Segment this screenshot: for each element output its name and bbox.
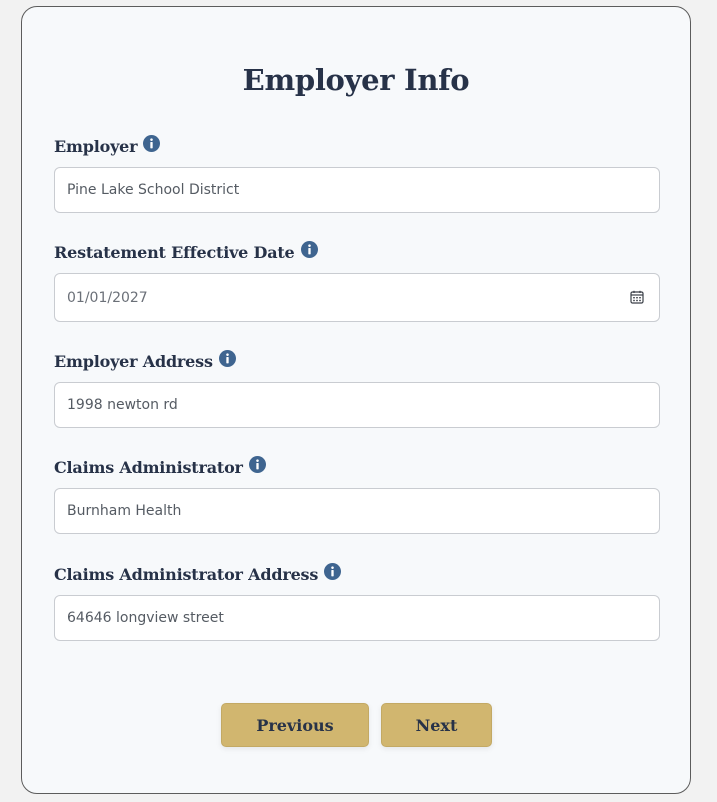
info-icon[interactable] [248,455,266,473]
employer-info-card: Employer Info Employer Pine Lake School … [21,6,691,794]
claims-administrator-label: Claims Administrator [54,457,243,477]
info-icon[interactable] [143,134,161,152]
claims-administrator-address-label-row: Claims Administrator Address [54,562,660,585]
claims-administrator-input-value: Burnham Health [67,503,182,519]
restatement-date-input[interactable]: 01/01/2027 [54,273,660,322]
claims-administrator-address-label: Claims Administrator Address [54,564,319,584]
claims-administrator-label-row: Claims Administrator [54,455,660,478]
employer-address-input-value: 1998 newton rd [67,397,178,413]
claims-administrator-address-input[interactable]: 64646 longview street [54,595,660,641]
restatement-date-label: Restatement Effective Date [54,242,295,262]
employer-address-field-group: Employer Address 1998 newton rd [54,349,660,428]
claims-administrator-address-input-value: 64646 longview street [67,610,224,626]
employer-address-label: Employer Address [54,351,213,371]
claims-administrator-field-group: Claims Administrator Burnham Health [54,455,660,534]
employer-label: Employer [54,136,138,156]
info-icon[interactable] [218,349,236,367]
employer-input[interactable]: Pine Lake School District [54,167,660,213]
restatement-date-field-group: Restatement Effective Date 01/01/2027 [54,240,660,322]
claims-administrator-input[interactable]: Burnham Health [54,488,660,534]
next-button[interactable]: Next [381,703,492,747]
previous-button[interactable]: Previous [221,703,369,747]
restatement-date-label-row: Restatement Effective Date [54,240,660,263]
page-title: Employer Info [242,63,470,97]
calendar-icon[interactable] [630,290,644,304]
employer-label-row: Employer [54,134,660,157]
employer-input-value: Pine Lake School District [67,182,240,198]
employer-address-input[interactable]: 1998 newton rd [54,382,660,428]
claims-administrator-address-field-group: Claims Administrator Address 64646 longv… [54,562,660,641]
employer-field-group: Employer Pine Lake School District [54,134,660,213]
restatement-date-input-value: 01/01/2027 [67,289,148,306]
info-icon[interactable] [324,562,342,580]
employer-address-label-row: Employer Address [54,349,660,372]
info-icon[interactable] [300,240,318,258]
